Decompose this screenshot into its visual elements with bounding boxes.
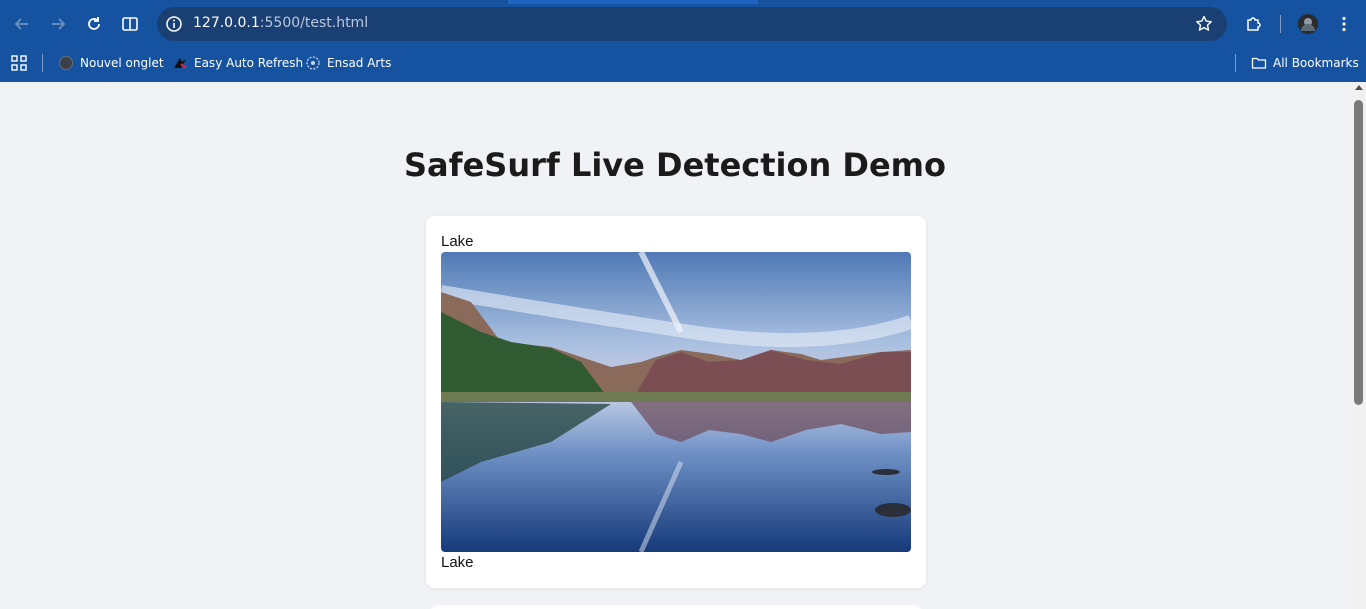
bookmark-label: Easy Auto Refresh — [194, 56, 304, 70]
toolbar-divider — [1280, 15, 1281, 33]
extensions-button[interactable] — [1242, 12, 1266, 36]
scroll-up-arrow-icon[interactable] — [1355, 85, 1363, 90]
avatar-icon — [1298, 14, 1318, 34]
bookmarks-divider — [42, 54, 43, 72]
back-button[interactable] — [10, 12, 34, 36]
reload-button[interactable] — [82, 12, 106, 36]
bookmark-ensad-arts[interactable]: Ensad Arts — [305, 53, 391, 73]
apps-button[interactable] — [11, 53, 27, 73]
kebab-menu-icon — [1342, 16, 1346, 32]
browser-menu-button[interactable] — [1332, 12, 1356, 36]
reload-icon — [88, 17, 100, 30]
bookmark-star-icon[interactable] — [1193, 13, 1215, 35]
url-path: :5500/test.html — [259, 15, 369, 31]
page-viewport: SafeSurf Live Detection Demo Lake Lake — [0, 82, 1350, 609]
apps-grid-icon — [11, 55, 27, 71]
all-bookmarks-button[interactable]: All Bookmarks — [1251, 53, 1359, 73]
next-image-card — [430, 605, 922, 609]
mountain-lake-photo — [441, 252, 911, 552]
image-label-bottom: Lake — [441, 554, 474, 571]
folder-icon — [1251, 55, 1267, 71]
all-bookmarks-label: All Bookmarks — [1273, 56, 1359, 70]
forward-arrow-icon — [52, 18, 66, 30]
split-view-button[interactable] — [118, 12, 142, 36]
bookmark-nouvel-onglet[interactable]: Nouvel onglet — [58, 53, 164, 73]
bookmarks-divider-right — [1235, 54, 1236, 72]
url-text[interactable]: 127.0.0.1:5500/test.html — [193, 15, 368, 31]
url-host: 127.0.0.1 — [193, 15, 260, 31]
profile-avatar[interactable] — [1296, 12, 1320, 36]
scrollbar-thumb[interactable] — [1354, 100, 1363, 405]
globe-icon — [58, 55, 74, 71]
puzzle-icon — [1247, 17, 1261, 31]
easy-auto-refresh-icon — [172, 55, 188, 71]
bookmark-easy-auto-refresh[interactable]: Easy Auto Refresh — [172, 53, 303, 73]
bookmark-label: Ensad Arts — [327, 56, 392, 70]
image-label-top: Lake — [441, 233, 474, 250]
active-tab-indicator — [508, 0, 758, 4]
site-info-icon[interactable] — [163, 13, 185, 35]
split-view-icon — [122, 17, 138, 31]
ensad-arts-icon — [305, 55, 321, 71]
back-arrow-icon — [14, 18, 28, 30]
bookmark-label: Nouvel onglet — [80, 56, 164, 70]
image-card: Lake Lake — [426, 216, 926, 588]
page-title: SafeSurf Live Detection Demo — [404, 146, 946, 184]
forward-button[interactable] — [46, 12, 70, 36]
